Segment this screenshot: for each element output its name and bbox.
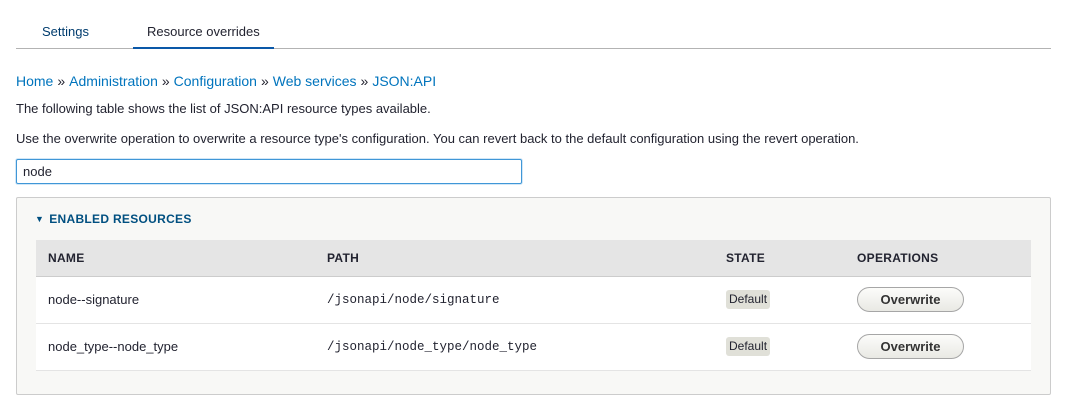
table-header-row: NAME PATH STATE OPERATIONS <box>36 240 1031 277</box>
breadcrumb-separator: » <box>161 73 170 89</box>
enabled-resources-toggle[interactable]: ▼ ENABLED RESOURCES <box>35 212 192 226</box>
overwrite-button[interactable]: Overwrite <box>857 334 964 359</box>
breadcrumb-web-services[interactable]: Web services <box>273 73 357 89</box>
column-header-operations: OPERATIONS <box>845 240 1031 277</box>
breadcrumb-separator: » <box>260 73 269 89</box>
caret-down-icon: ▼ <box>35 214 45 224</box>
state-badge: Default <box>726 337 771 356</box>
table-row: node_type--node_type /jsonapi/node_type/… <box>36 323 1031 370</box>
panel-title: ENABLED RESOURCES <box>49 212 192 226</box>
breadcrumb-separator: » <box>360 73 369 89</box>
tab-resource-overrides[interactable]: Resource overrides <box>133 12 274 49</box>
breadcrumb-configuration[interactable]: Configuration <box>174 73 257 89</box>
column-header-state: STATE <box>714 240 845 277</box>
resources-table: NAME PATH STATE OPERATIONS node--signatu… <box>36 240 1031 371</box>
overwrite-button[interactable]: Overwrite <box>857 287 964 312</box>
resource-path: /jsonapi/node_type/node_type <box>327 339 538 354</box>
resource-state: Default <box>714 323 845 370</box>
resource-operations: Overwrite <box>845 276 1031 323</box>
tab-settings[interactable]: Settings <box>28 12 103 48</box>
enabled-resources-panel: ▼ ENABLED RESOURCES NAME PATH STATE OPERA… <box>16 197 1051 395</box>
breadcrumb-administration[interactable]: Administration <box>69 73 158 89</box>
state-badge: Default <box>726 290 771 309</box>
table-row: node--signature /jsonapi/node/signature … <box>36 276 1031 323</box>
resource-name: node--signature <box>48 292 140 307</box>
primary-tabs: Settings Resource overrides <box>16 12 1051 49</box>
breadcrumb-jsonapi[interactable]: JSON:API <box>372 73 436 89</box>
resource-path: /jsonapi/node/signature <box>327 292 500 307</box>
breadcrumb: Home» Administration» Configuration» Web se… <box>16 73 436 89</box>
breadcrumb-separator: » <box>57 73 66 89</box>
column-header-name: NAME <box>36 240 315 277</box>
resource-operations: Overwrite <box>845 323 1031 370</box>
help-text: Use the overwrite operation to overwrite… <box>16 131 859 146</box>
breadcrumb-home[interactable]: Home <box>16 73 53 89</box>
resource-name: node_type--node_type <box>48 339 179 354</box>
column-header-path: PATH <box>315 240 714 277</box>
resource-state: Default <box>714 276 845 323</box>
filter-input[interactable] <box>16 159 522 184</box>
intro-text: The following table shows the list of JS… <box>16 101 431 116</box>
